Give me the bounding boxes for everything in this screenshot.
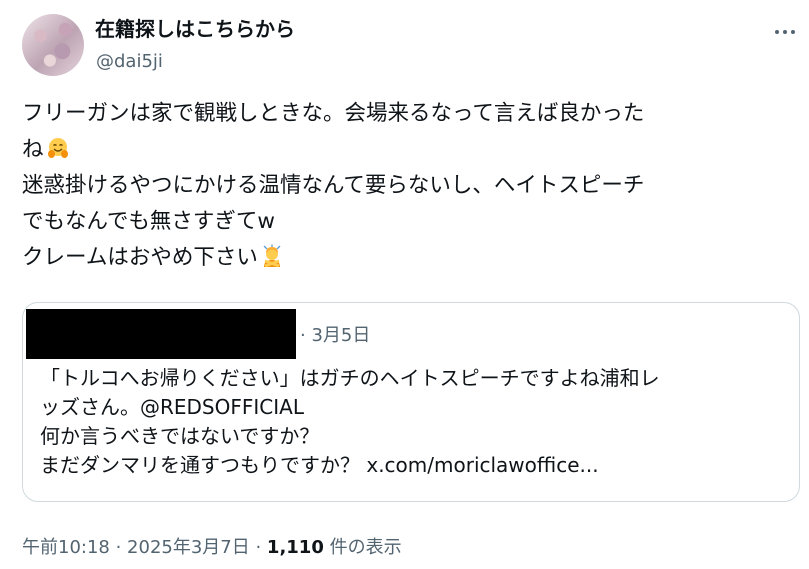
hugging-face-icon [47,138,68,158]
quoted-tweet-line: 何か言うべきではないですか？ [40,424,320,448]
more-options-icon[interactable] [775,24,795,40]
tweet-line: 迷惑掛けるやつにかける温情なんて要らないし、ヘイトスピーチ [22,173,645,198]
quoted-tweet-text: 「トルコへお帰りください」はガチのヘイトスピーチですよね浦和レ ッズさん。@RE… [40,364,800,480]
redacted-author [26,309,296,359]
views-label: 件の表示 [323,537,402,558]
person-gesturing-no-icon [263,244,281,268]
quoted-tweet-line: 「トルコへお帰りください」はガチのヘイトスピーチですよね浦和レ [40,366,660,390]
quoted-tweet-line: まだダンマリを通すつもりですか？ x.com/moriclawoffice... [40,453,599,477]
author-avatar[interactable] [22,14,84,76]
views-count: 1,110 [266,537,324,558]
tweet-timestamp[interactable]: 午前10:18 · 2025年3月7日 · [22,537,267,558]
tweet-line: フリーガンは家で観戦しときな。会場来るなって言えば良かった [22,101,645,126]
tweet-meta: 午前10:18 · 2025年3月7日 · 1,110 件の表示 [22,536,402,560]
tweet-line: でもなんでも無さすぎてw [22,209,276,234]
tweet-text: フリーガンは家で観戦しときな。会場来るなって言えば良かった ね 迷惑掛けるやつに… [22,96,807,276]
quoted-tweet-date[interactable]: · 3月5日 [300,324,370,348]
tweet-line: ね [22,132,807,168]
quoted-tweet-line: ッズさん。@REDSOFFICIAL [40,395,304,419]
author-display-name[interactable]: 在籍探しはこちらから [95,16,295,42]
author-handle[interactable]: @dai5ji [96,50,163,74]
tweet-line: クレームはおやめ下さい [22,240,807,276]
